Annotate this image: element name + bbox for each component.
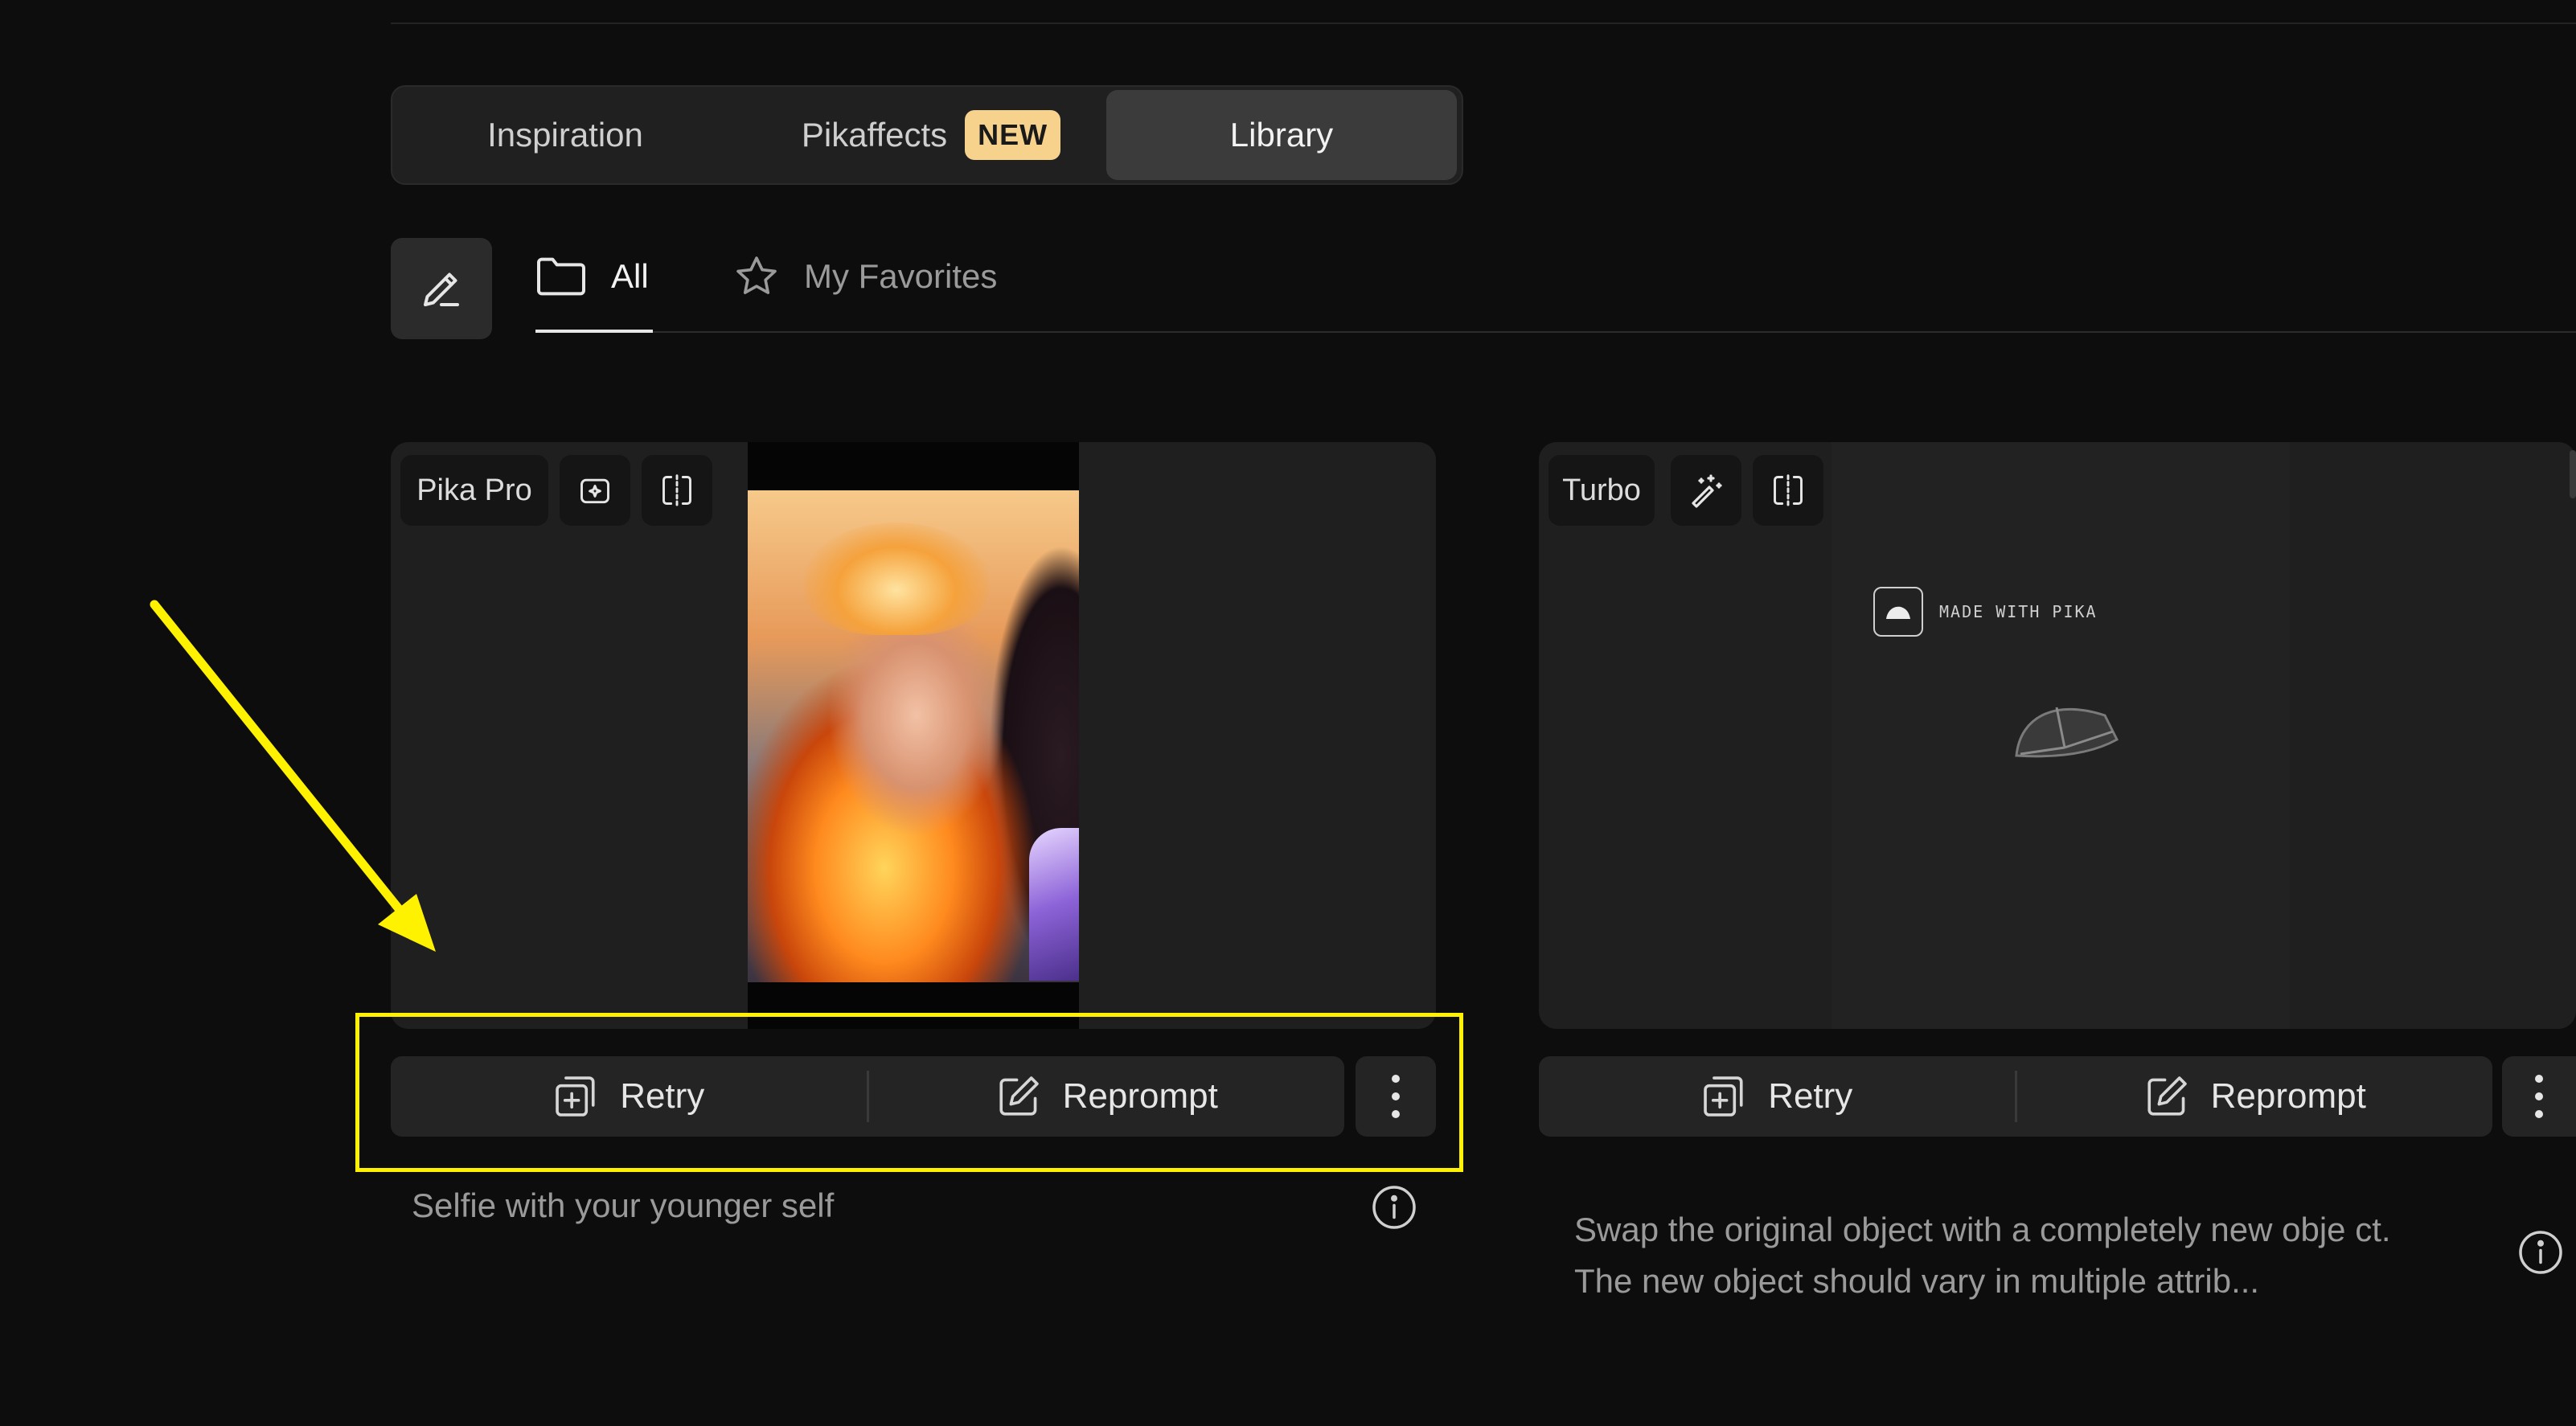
more-options-button[interactable] (2502, 1056, 2576, 1137)
video-card[interactable]: MADE WITH PIKA Turbo (1539, 442, 2576, 1029)
prompt-text: Swap the original object with a complete… (1574, 1211, 2391, 1300)
selfie-image (748, 490, 1079, 982)
compare-button[interactable] (642, 455, 712, 526)
info-icon (1372, 1186, 1416, 1229)
pencil-icon (424, 272, 459, 306)
annotation-arrow-icon (150, 600, 436, 952)
tab-inspiration[interactable]: Inspiration (449, 87, 682, 183)
star-icon (733, 253, 780, 300)
more-vertical-icon (2535, 1075, 2543, 1118)
magic-edit-button[interactable] (1671, 455, 1741, 526)
scrollbar-thumb[interactable] (2570, 450, 2576, 498)
top-divider (391, 23, 2576, 24)
info-button[interactable] (1370, 1183, 1418, 1231)
model-chip: Turbo (1548, 455, 1655, 526)
image-to-video-button[interactable] (560, 455, 630, 526)
sparkle-image-icon (580, 478, 609, 504)
edit-button[interactable] (391, 238, 492, 339)
split-compare-icon (1774, 474, 1803, 506)
compare-button[interactable] (1753, 455, 1823, 526)
prompt-text: Selfie with your younger self (412, 1186, 835, 1224)
tab-library[interactable]: Library (1106, 90, 1457, 180)
model-chip: Pika Pro (400, 455, 548, 526)
loading-shape-icon (2015, 707, 2119, 758)
retry-icon (1700, 1073, 1747, 1120)
retry-button[interactable]: Retry (1539, 1056, 2015, 1137)
video-card[interactable]: Pika Pro (391, 442, 1436, 1029)
info-button[interactable] (2517, 1228, 2565, 1276)
pika-logo-icon (1873, 587, 1923, 637)
info-icon (2519, 1231, 2562, 1274)
reprompt-button[interactable]: Reprompt (2017, 1056, 2493, 1137)
watermark: MADE WITH PIKA (1873, 587, 2098, 637)
magic-wand-icon (1692, 474, 1722, 508)
subtabs-divider (535, 331, 2576, 333)
highlight-box (355, 1013, 1463, 1172)
active-subtab-underline (535, 330, 653, 333)
edit-square-icon (2143, 1073, 2190, 1120)
folder-icon (535, 254, 587, 299)
card-action-bar: Retry Reprompt (1539, 1056, 2492, 1137)
main-tabs: Inspiration Pikaffects NEW Library (391, 85, 1463, 185)
video-thumbnail[interactable]: MADE WITH PIKA (1832, 442, 2290, 1029)
video-thumbnail[interactable] (748, 442, 1079, 1029)
subtab-all[interactable]: All (535, 249, 649, 304)
split-compare-icon (662, 474, 691, 506)
tab-pikaffects[interactable]: Pikaffects NEW (778, 87, 1084, 183)
subtab-my-favorites[interactable]: My Favorites (733, 249, 997, 304)
new-badge: NEW (965, 110, 1061, 160)
